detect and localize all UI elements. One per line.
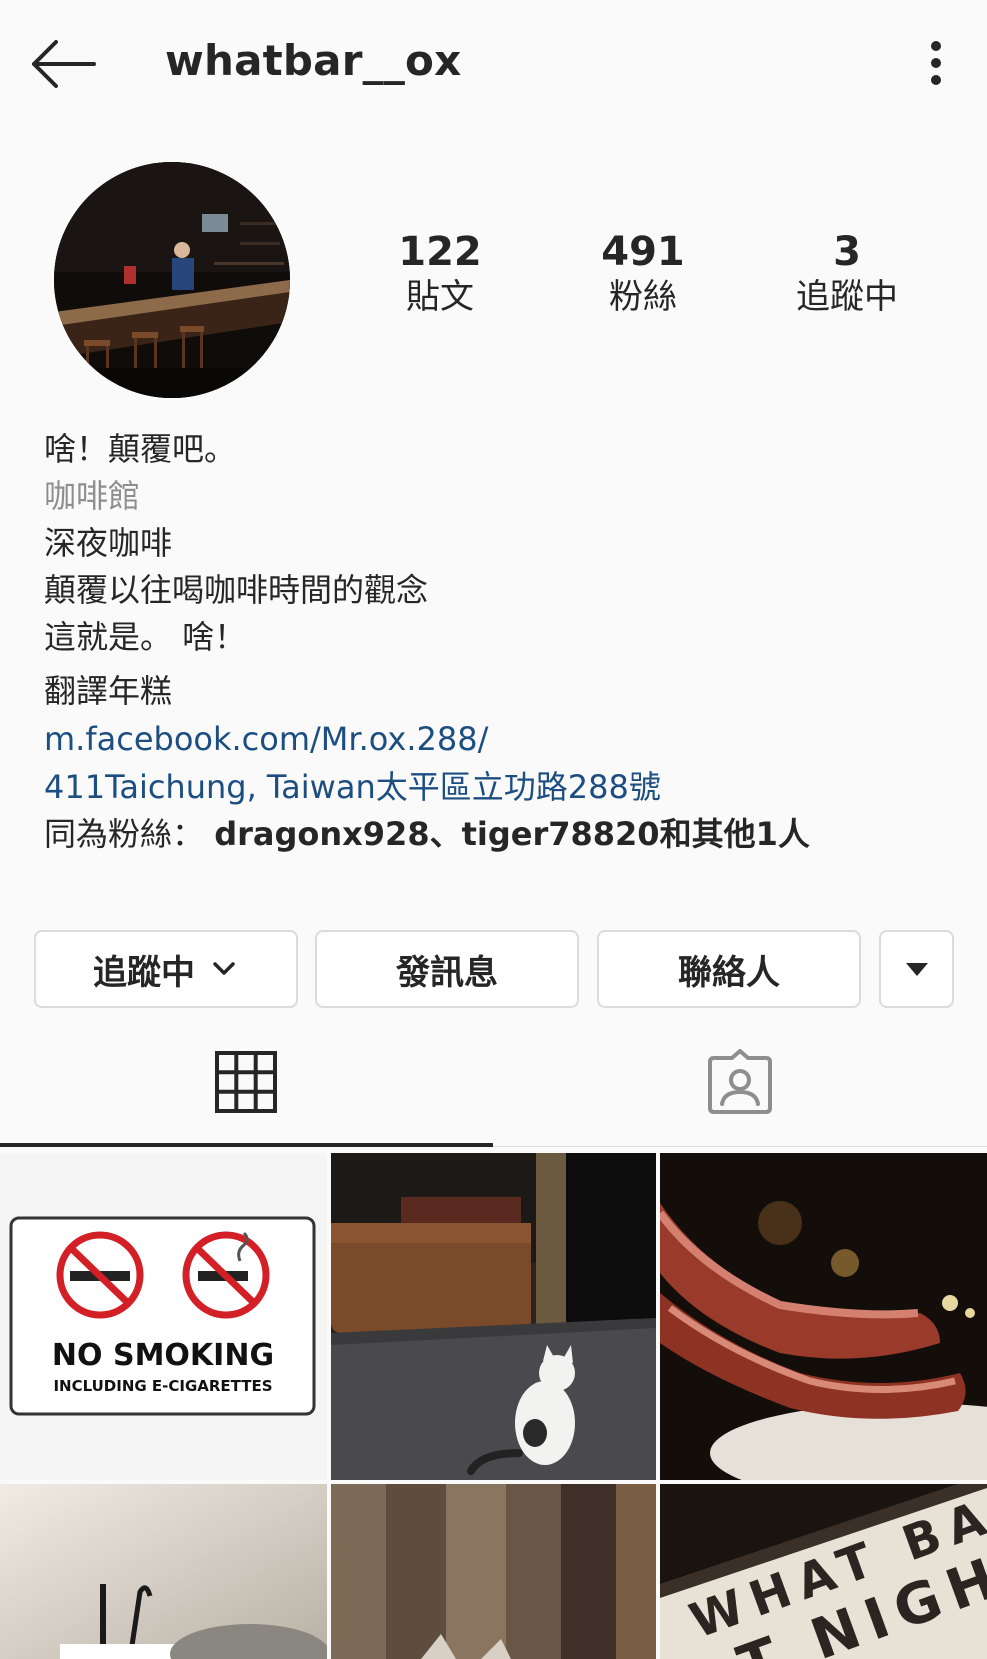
mutual-suffix: 和其他1人	[659, 815, 810, 853]
arrow-left-icon	[32, 40, 96, 88]
post-thumbnail[interactable]	[0, 1484, 327, 1659]
followers-count: 491	[601, 229, 685, 275]
contact-button-label: 聯絡人	[678, 952, 780, 993]
bio-line: 顛覆以往喝咖啡時間的觀念	[44, 571, 429, 609]
post-thumbnail[interactable]	[331, 1484, 656, 1659]
post-thumbnail[interactable]	[660, 1153, 987, 1480]
coffee-cup-image	[0, 1484, 327, 1659]
message-button-label: 發訊息	[396, 952, 498, 993]
post-thumbnail[interactable]: WHAT BA T NIGHT	[660, 1484, 987, 1659]
following-button[interactable]: 追蹤中	[34, 930, 298, 1008]
message-button[interactable]: 發訊息	[315, 930, 579, 1008]
address-link[interactable]: 411Taichung, Taiwan太平區立功路288號	[44, 768, 661, 806]
suggested-accounts-button[interactable]	[879, 930, 954, 1008]
website-link[interactable]: m.facebook.com/Mr.ox.288/	[44, 720, 488, 758]
translate-link[interactable]: 翻譯年糕	[44, 672, 172, 710]
posts-count: 122	[398, 229, 482, 275]
mutual-followers[interactable]: 同為粉絲： dragonx928、tiger78820和其他1人	[44, 815, 810, 853]
post-thumbnail[interactable]: NO SMOKING INCLUDING E-CIGARETTES	[0, 1153, 327, 1480]
cat-on-floor-image	[331, 1153, 656, 1480]
ribs-on-plate-image	[660, 1153, 987, 1480]
wooden-wall-image	[331, 1484, 656, 1659]
lightbox-sign-image: WHAT BA T NIGHT	[660, 1484, 987, 1659]
no-smoking-title: NO SMOKING	[52, 1338, 274, 1373]
bio-line: 深夜咖啡	[44, 524, 173, 562]
bio-category: 咖啡館	[44, 477, 141, 515]
no-smoking-icon	[56, 1231, 144, 1319]
profile-username: whatbar__ox	[165, 36, 462, 85]
stat-followers[interactable]: 491 粉絲	[558, 230, 728, 322]
following-button-label: 追蹤中	[93, 952, 195, 993]
followers-label: 粉絲	[609, 277, 677, 317]
post-thumbnail[interactable]	[331, 1153, 656, 1480]
contact-button[interactable]: 聯絡人	[597, 930, 861, 1008]
tab-tagged[interactable]	[493, 1030, 987, 1148]
more-options-button[interactable]	[910, 38, 962, 90]
no-smoking-subtitle: INCLUDING E-CIGARETTES	[53, 1377, 272, 1395]
posts-label: 貼文	[406, 277, 474, 317]
active-tab-indicator	[0, 1143, 493, 1147]
bio-line: 這就是。 啥！	[44, 618, 247, 656]
chevron-down-icon	[213, 962, 235, 975]
avatar-image	[54, 162, 290, 398]
following-count: 3	[833, 229, 861, 275]
no-vaping-icon	[182, 1231, 270, 1319]
stat-posts: 122 貼文	[355, 230, 525, 322]
caret-down-icon	[905, 963, 928, 976]
bio-name: 啥！顛覆吧。	[44, 430, 237, 468]
tab-posts-grid[interactable]	[0, 1030, 493, 1148]
mutual-names: dragonx928、tiger78820	[214, 815, 660, 853]
profile-avatar[interactable]	[54, 162, 290, 398]
following-label: 追蹤中	[796, 277, 898, 317]
tagged-person-icon	[708, 1049, 772, 1114]
more-vertical-icon	[931, 41, 941, 85]
no-smoking-sign-image: NO SMOKING INCLUDING E-CIGARETTES	[0, 1153, 327, 1480]
grid-icon	[215, 1051, 277, 1113]
mutual-prefix: 同為粉絲：	[44, 815, 205, 853]
stat-following[interactable]: 3 追蹤中	[762, 230, 932, 322]
back-button[interactable]	[28, 36, 100, 92]
